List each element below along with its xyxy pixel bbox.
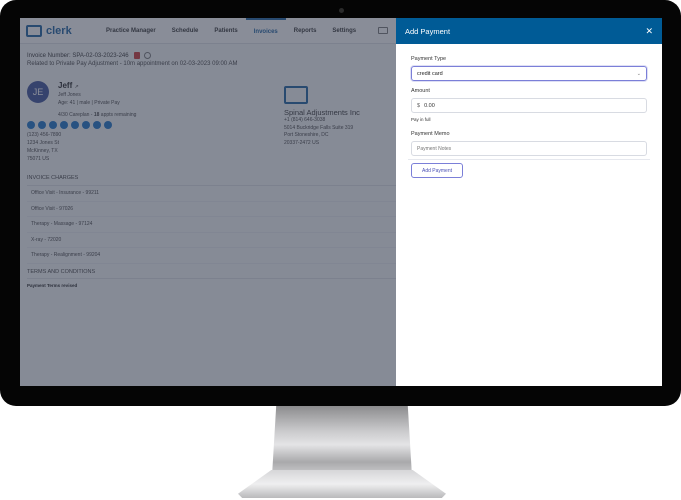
currency-symbol: $ <box>417 102 421 109</box>
modal-backdrop[interactable] <box>20 18 396 386</box>
add-payment-button[interactable]: Add Payment <box>411 163 463 178</box>
drawer-title: Add Payment <box>405 26 451 36</box>
chevron-down-icon: ⌄ <box>636 70 641 77</box>
payment-type-label: Payment Type <box>411 56 447 62</box>
payment-memo-input[interactable] <box>411 141 647 156</box>
camera-icon <box>339 8 344 13</box>
monitor-base <box>238 470 446 498</box>
monitor-frame: clerk Practice Manager Schedule Patients… <box>0 0 681 406</box>
amount-input[interactable]: $ 0.00 <box>411 98 647 113</box>
screen: clerk Practice Manager Schedule Patients… <box>20 18 662 386</box>
payment-type-select[interactable]: credit card ⌄ <box>411 66 647 81</box>
pay-in-full-link[interactable]: Pay in full <box>411 117 647 122</box>
divider <box>408 159 650 160</box>
amount-label: Amount <box>411 88 430 94</box>
monitor-stand <box>272 406 412 476</box>
payment-memo-label: Payment Memo <box>411 131 450 137</box>
close-icon[interactable]: ✕ <box>645 26 653 37</box>
add-payment-drawer: Add Payment ✕ Payment Type credit card ⌄… <box>396 18 662 386</box>
